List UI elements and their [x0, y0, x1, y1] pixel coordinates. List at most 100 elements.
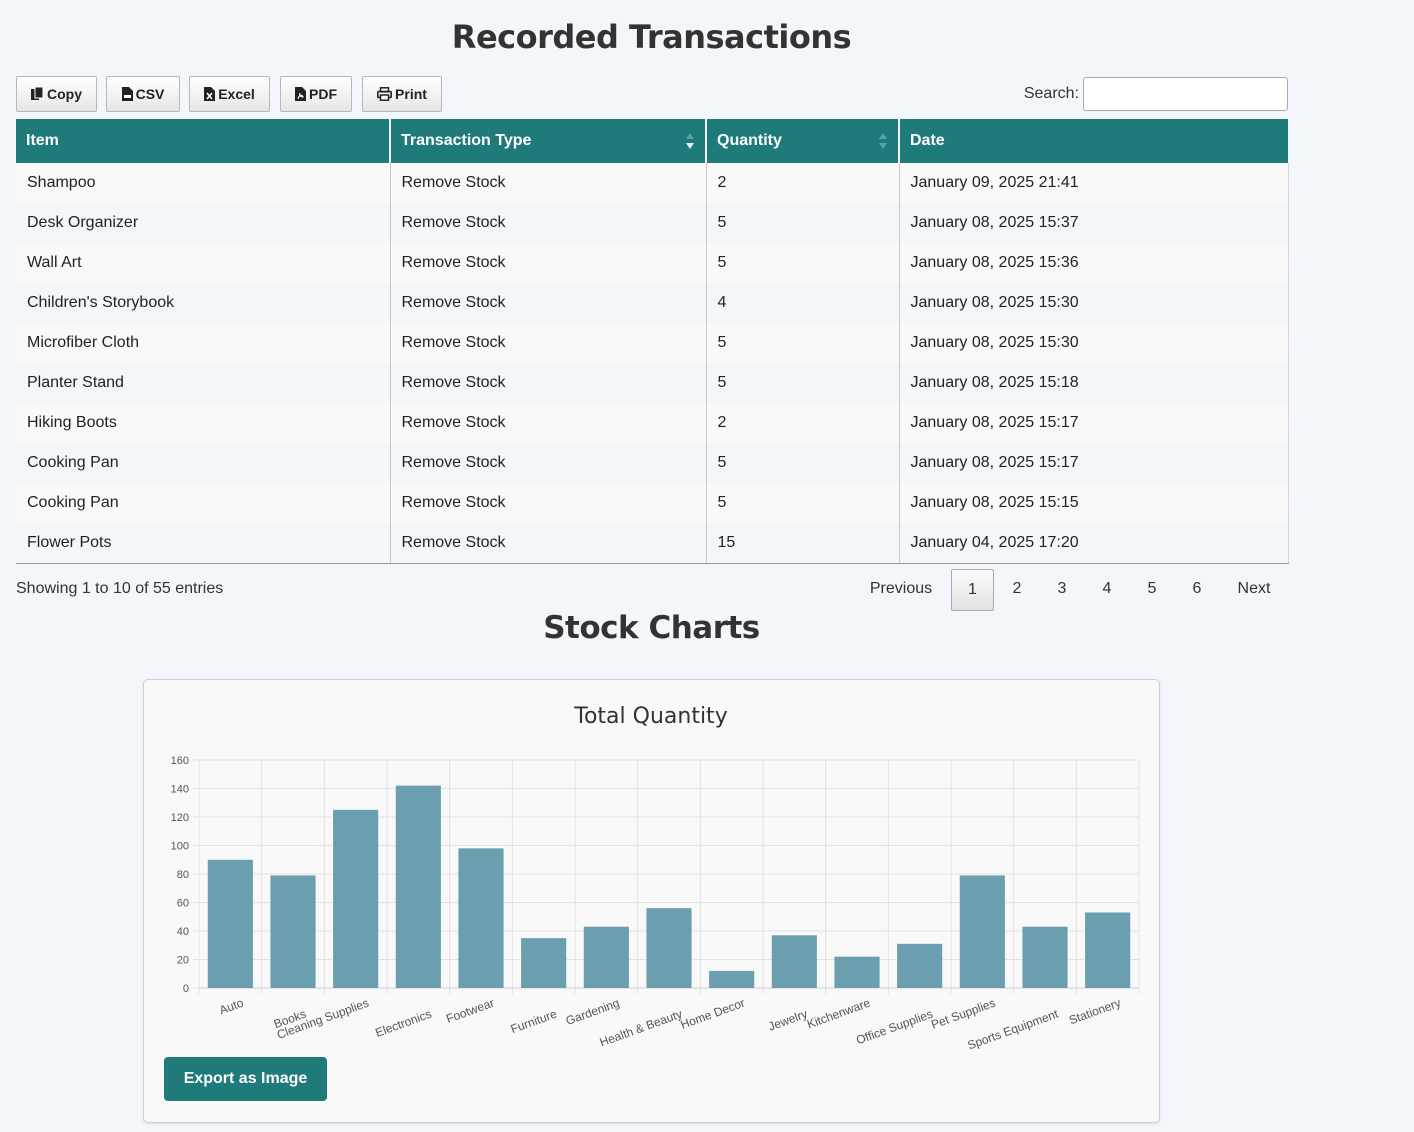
bar-books	[270, 875, 316, 988]
table-row: Children's Storybook Remove Stock 4 January…	[16, 283, 1289, 323]
sort-descending-icon	[685, 132, 695, 155]
bar-stationery	[1085, 912, 1131, 988]
search-label: Search:	[1023, 85, 1079, 102]
x-tick-label: Stationery	[1067, 996, 1123, 1028]
csv-button-label: CSV	[135, 86, 165, 102]
table-row: Wall Art Remove Stock 5 January 08, 2025 15…	[16, 243, 1289, 283]
cell-item: Planter Stand	[16, 363, 391, 403]
next-page-button[interactable]: Next	[1224, 569, 1284, 609]
previous-page-button[interactable]: Previous	[855, 569, 947, 609]
y-tick-label: 40	[177, 926, 189, 938]
cell-transaction-type: Remove Stock	[390, 363, 707, 403]
table-row: Desk Organizer Remove Stock 5 January 08, 2…	[16, 203, 1289, 243]
x-tick-label: Furniture	[509, 1007, 559, 1037]
search-box: Search:	[1024, 76, 1288, 112]
cell-item: Cooking Pan	[16, 443, 391, 483]
pdf-file-icon	[295, 87, 306, 101]
bar-footwear	[458, 848, 504, 988]
column-header-label: Quantity	[717, 132, 782, 149]
bar-auto	[207, 859, 253, 988]
bar-gardening	[583, 926, 629, 988]
cell-date: January 08, 2025 15:30	[899, 283, 1289, 323]
cell-date: January 08, 2025 15:37	[899, 203, 1289, 243]
table-row: Cooking Pan Remove Stock 5 January 08, 2025…	[16, 443, 1289, 483]
x-tick-label: Office Supplies	[854, 1007, 934, 1048]
cell-date: January 08, 2025 15:17	[899, 403, 1289, 443]
export-image-button[interactable]: Export as Image	[164, 1057, 327, 1101]
cell-item: Wall Art	[16, 243, 391, 283]
bar-home-decor	[709, 970, 755, 988]
cell-date: January 08, 2025 15:30	[899, 323, 1289, 363]
cell-date: January 08, 2025 15:18	[899, 363, 1289, 403]
column-header-transaction-type[interactable]: Transaction Type	[390, 119, 707, 163]
search-input[interactable]	[1083, 77, 1288, 111]
cell-transaction-type: Remove Stock	[390, 163, 707, 203]
y-tick-label: 100	[171, 841, 189, 853]
bar-furniture	[521, 938, 567, 988]
table-header-row: Item Transaction Type Quantity Date	[16, 119, 1288, 163]
x-tick-label: Jewelry	[766, 1007, 809, 1034]
page-button-6[interactable]: 6	[1176, 569, 1218, 609]
column-header-date[interactable]: Date	[899, 119, 1288, 163]
bar-cleaning-supplies	[333, 809, 379, 988]
column-header-label: Date	[910, 132, 945, 149]
cell-transaction-type: Remove Stock	[390, 203, 707, 243]
chart-title: Total Quantity	[573, 704, 727, 729]
cell-date: January 08, 2025 15:36	[899, 243, 1289, 283]
cell-quantity: 15	[706, 523, 900, 564]
page-button-5[interactable]: 5	[1131, 569, 1173, 609]
cell-quantity: 5	[706, 483, 900, 523]
cell-item: Microfiber Cloth	[16, 323, 391, 363]
chart-card: Total Quantity 0 20 40 60 80 100 120 140 160 Auto B…	[143, 679, 1160, 1123]
cell-transaction-type: Remove Stock	[390, 323, 707, 363]
cell-transaction-type: Remove Stock	[390, 283, 707, 323]
x-tick-label: Electronics	[373, 1007, 433, 1040]
cell-transaction-type: Remove Stock	[390, 523, 707, 564]
page-button-4[interactable]: 4	[1086, 569, 1128, 609]
y-tick-label: 20	[177, 955, 189, 967]
cell-transaction-type: Remove Stock	[390, 403, 707, 443]
bar-jewelry	[771, 935, 817, 988]
pdf-button[interactable]: PDF	[280, 76, 352, 112]
bar-chart: Total Quantity020406080100120140160AutoB…	[171, 704, 1140, 1052]
excel-button[interactable]: Excel	[189, 76, 270, 112]
copy-button-label: Copy	[47, 86, 82, 102]
column-header-item[interactable]: Item	[16, 119, 391, 163]
copy-icon	[31, 87, 44, 101]
cell-quantity: 5	[706, 203, 900, 243]
page-button-2[interactable]: 2	[996, 569, 1038, 609]
table-row: Hiking Boots Remove Stock 2 January 08, 202…	[16, 403, 1289, 443]
table-row: Planter Stand Remove Stock 5 January 08, 20…	[16, 363, 1289, 403]
cell-item: Cooking Pan	[16, 483, 391, 523]
cell-quantity: 2	[706, 403, 900, 443]
copy-button[interactable]: Copy	[16, 76, 97, 112]
pdf-button-label: PDF	[309, 86, 337, 102]
x-tick-label: Kitchenware	[805, 996, 872, 1032]
bar-kitchenware	[834, 956, 880, 988]
y-tick-label: 80	[177, 869, 189, 881]
column-header-label: Transaction Type	[401, 132, 532, 149]
bar-office-supplies	[897, 943, 943, 988]
bar-electronics	[395, 785, 441, 988]
y-tick-label: 0	[183, 983, 189, 995]
cell-date: January 08, 2025 15:17	[899, 443, 1289, 483]
cell-quantity: 5	[706, 243, 900, 283]
cell-quantity: 5	[706, 323, 900, 363]
page-button-1[interactable]: 1	[951, 569, 994, 611]
sort-both-icon	[878, 132, 888, 155]
table-row: Cooking Pan Remove Stock 5 January 08, 2025…	[16, 483, 1289, 523]
page-button-3[interactable]: 3	[1041, 569, 1083, 609]
excel-button-label: Excel	[218, 86, 255, 102]
column-header-quantity[interactable]: Quantity	[706, 119, 900, 163]
transactions-table: Item Transaction Type Quantity Date Sham…	[16, 119, 1289, 564]
export-toolbar: Copy CSV Excel PDF Print Search:	[16, 76, 1288, 114]
x-tick-label: Health & Beauty	[598, 1007, 684, 1050]
csv-button[interactable]: CSV	[106, 76, 180, 112]
x-tick-label: Auto	[217, 996, 245, 1018]
bar-health-beauty	[646, 908, 692, 988]
cell-quantity: 5	[706, 443, 900, 483]
cell-item: Hiking Boots	[16, 403, 391, 443]
print-button[interactable]: Print	[362, 76, 442, 112]
column-header-label: Item	[26, 132, 59, 149]
y-tick-label: 140	[171, 784, 189, 796]
